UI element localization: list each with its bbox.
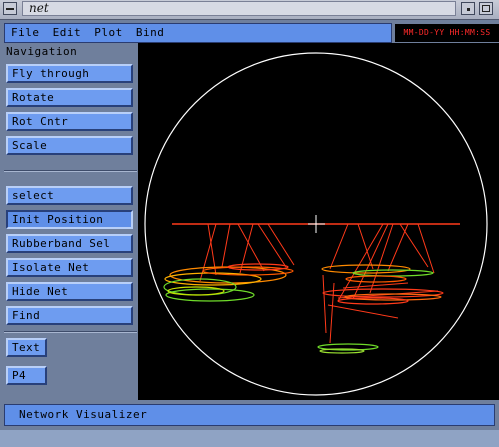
window-title: net [22, 1, 456, 16]
fly-through-button[interactable]: Fly through [6, 64, 133, 83]
menu-bar: File Edit Plot Bind [4, 23, 392, 43]
application-window: net File Edit Plot Bind MM-DD-YY HH:MM:S… [0, 0, 499, 447]
navigation-label: Navigation [6, 45, 78, 58]
separator [4, 170, 137, 172]
rot-cntr-button[interactable]: Rot Cntr [6, 112, 133, 131]
window-menu-icon[interactable] [3, 2, 17, 15]
minimize-icon[interactable] [461, 2, 475, 15]
menu-bind[interactable]: Bind [136, 26, 165, 39]
menu-edit[interactable]: Edit [53, 26, 82, 39]
rubberband-sel-button[interactable]: Rubberband Sel [6, 234, 133, 253]
select-button[interactable]: select [6, 186, 133, 205]
separator [4, 331, 137, 333]
title-bar[interactable]: net [0, 0, 499, 20]
p4-button[interactable]: P4 [6, 366, 47, 385]
net-cluster-left [163, 263, 294, 302]
isolate-net-button[interactable]: Isolate Net [6, 258, 133, 277]
bottom-strip [0, 430, 499, 447]
init-position-button[interactable]: Init Position [6, 210, 133, 229]
hide-net-button[interactable]: Hide Net [6, 282, 133, 301]
status-bar: Network Visualizer [4, 404, 495, 426]
find-button[interactable]: Find [6, 306, 133, 325]
rotate-button[interactable]: Rotate [6, 88, 133, 107]
date-time-stamp: MM-DD-YY HH:MM:SS [395, 24, 499, 42]
network-view-canvas[interactable] [138, 43, 499, 400]
net-cluster-bottom [317, 343, 379, 354]
menu-plot[interactable]: Plot [94, 26, 123, 39]
text-button[interactable]: Text [6, 338, 47, 357]
crosshair-icon [308, 215, 325, 233]
maximize-icon[interactable] [479, 2, 493, 15]
menu-file[interactable]: File [11, 26, 40, 39]
scale-button[interactable]: Scale [6, 136, 133, 155]
